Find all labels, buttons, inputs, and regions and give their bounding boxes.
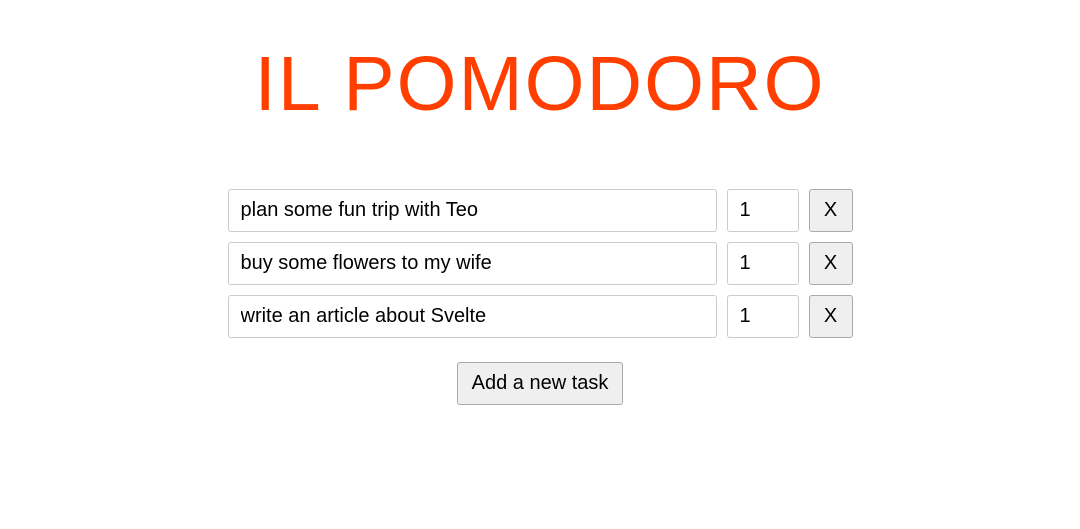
task-title-input[interactable] bbox=[228, 295, 717, 338]
task-count-input[interactable] bbox=[727, 189, 799, 232]
task-list: X X X Add a new task bbox=[228, 189, 853, 405]
task-count-input[interactable] bbox=[727, 242, 799, 285]
add-task-button[interactable]: Add a new task bbox=[457, 362, 624, 405]
task-count-input[interactable] bbox=[727, 295, 799, 338]
delete-task-button[interactable]: X bbox=[809, 242, 853, 285]
task-row: X bbox=[228, 242, 853, 285]
app-title: IL POMODORO bbox=[254, 40, 825, 129]
add-task-container: Add a new task bbox=[228, 362, 853, 405]
task-row: X bbox=[228, 295, 853, 338]
task-title-input[interactable] bbox=[228, 189, 717, 232]
delete-task-button[interactable]: X bbox=[809, 295, 853, 338]
task-row: X bbox=[228, 189, 853, 232]
delete-task-button[interactable]: X bbox=[809, 189, 853, 232]
task-title-input[interactable] bbox=[228, 242, 717, 285]
